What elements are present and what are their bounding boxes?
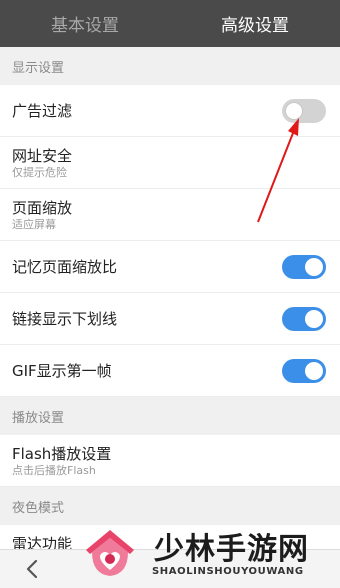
watermark-subtitle: SHAOLINSHOUYOUWANG	[152, 566, 304, 577]
toggle-knob	[285, 101, 303, 120]
toggle-knob	[305, 309, 323, 328]
tab-basic-settings[interactable]: 基本设置	[0, 0, 170, 47]
gif-first-frame-toggle[interactable]	[282, 358, 326, 383]
chevron-left-icon[interactable]	[22, 558, 44, 580]
site-watermark: 少林手游网 SHAOLINSHOUYOUWANG	[82, 520, 340, 588]
settings-list: 显示设置 广告过滤 网址安全 仅提示危险 页面缩放 适应屏幕 记忆页面缩放比 链…	[0, 47, 340, 577]
ad-filter-toggle[interactable]	[282, 98, 326, 123]
link-underline-toggle[interactable]	[282, 306, 326, 331]
setting-label: 记忆页面缩放比	[12, 257, 118, 276]
toggle-knob	[305, 257, 323, 276]
toggle-knob	[305, 361, 323, 380]
setting-label: Flash播放设置	[12, 444, 112, 463]
setting-row-page-zoom[interactable]: 页面缩放 适应屏幕	[0, 189, 340, 241]
house-heart-logo-icon	[86, 530, 134, 576]
tab-bar: 基本设置 高级设置	[0, 0, 340, 47]
setting-sublabel: 点击后播放Flash	[12, 463, 96, 477]
setting-row-url-security[interactable]: 网址安全 仅提示危险	[0, 137, 340, 189]
setting-row-remember-zoom[interactable]: 记忆页面缩放比	[0, 241, 340, 293]
setting-label: 页面缩放	[12, 198, 73, 217]
setting-label: GIF显示第一帧	[12, 361, 112, 380]
section-header-display: 显示设置	[0, 47, 340, 85]
watermark-title: 少林手游网	[154, 532, 309, 567]
setting-row-flash[interactable]: Flash播放设置 点击后播放Flash	[0, 435, 340, 487]
setting-sublabel: 适应屏幕	[12, 217, 56, 231]
setting-label: 网址安全	[12, 146, 73, 165]
setting-row-ad-filter[interactable]: 广告过滤	[0, 85, 340, 137]
setting-label: 链接显示下划线	[12, 309, 118, 328]
section-header-playback: 播放设置	[0, 397, 340, 435]
setting-row-link-underline[interactable]: 链接显示下划线	[0, 293, 340, 345]
tab-advanced-settings[interactable]: 高级设置	[170, 0, 340, 47]
setting-sublabel: 仅提示危险	[12, 165, 67, 179]
remember-zoom-toggle[interactable]	[282, 254, 326, 279]
setting-row-gif-first-frame[interactable]: GIF显示第一帧	[0, 345, 340, 397]
setting-label: 广告过滤	[12, 101, 73, 120]
